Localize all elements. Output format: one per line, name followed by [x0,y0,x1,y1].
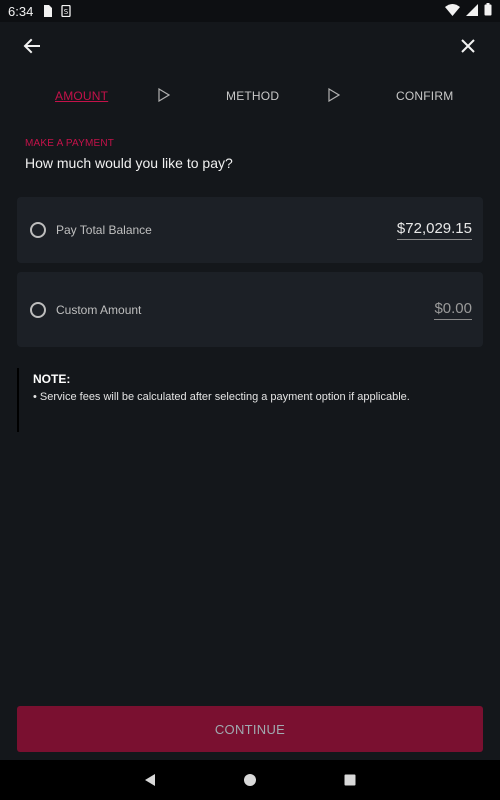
option-pay-total-balance[interactable]: Pay Total Balance $72,029.15 [17,197,483,263]
status-bar: 6:34 S [0,0,500,22]
custom-amount-input[interactable]: $0.00 [434,300,472,320]
wifi-icon [445,3,460,19]
radio-button[interactable] [30,301,46,318]
note-text: • Service fees will be calculated after … [33,391,410,403]
step-method[interactable]: METHOD [226,89,279,103]
close-icon[interactable] [454,32,482,60]
svg-text:S: S [64,8,69,16]
status-time: 6:34 [8,3,34,19]
radio-button[interactable] [30,222,46,238]
page-title: How much would you like to pay? [25,155,233,171]
signal-icon [466,3,478,19]
system-nav-bar [0,760,500,800]
play-outline-icon [158,87,171,105]
app-bar [0,22,500,70]
total-balance-amount: $72,029.15 [396,220,472,240]
option-custom-amount[interactable]: Custom Amount $0.00 [17,272,483,347]
payment-stepper: AMOUNT METHOD CONFIRM [0,84,500,108]
sd-card-icon: S [61,5,71,17]
note-title: NOTE: [33,372,71,386]
play-outline-icon [328,87,341,105]
option-label: Custom Amount [56,302,142,317]
step-confirm[interactable]: CONFIRM [396,89,453,103]
continue-button[interactable]: CONTINUE [17,706,483,752]
section-label: MAKE A PAYMENT [25,138,115,149]
arrow-left-icon[interactable] [18,32,46,60]
sim-card-icon [43,5,53,17]
note-box: NOTE: • Service fees will be calculated … [17,368,483,432]
step-amount[interactable]: AMOUNT [55,89,108,103]
back-triangle-icon[interactable] [138,768,162,792]
recents-square-icon[interactable] [338,768,362,792]
battery-icon [484,3,492,19]
home-circle-icon[interactable] [238,768,262,792]
option-label: Pay Total Balance [56,223,152,237]
